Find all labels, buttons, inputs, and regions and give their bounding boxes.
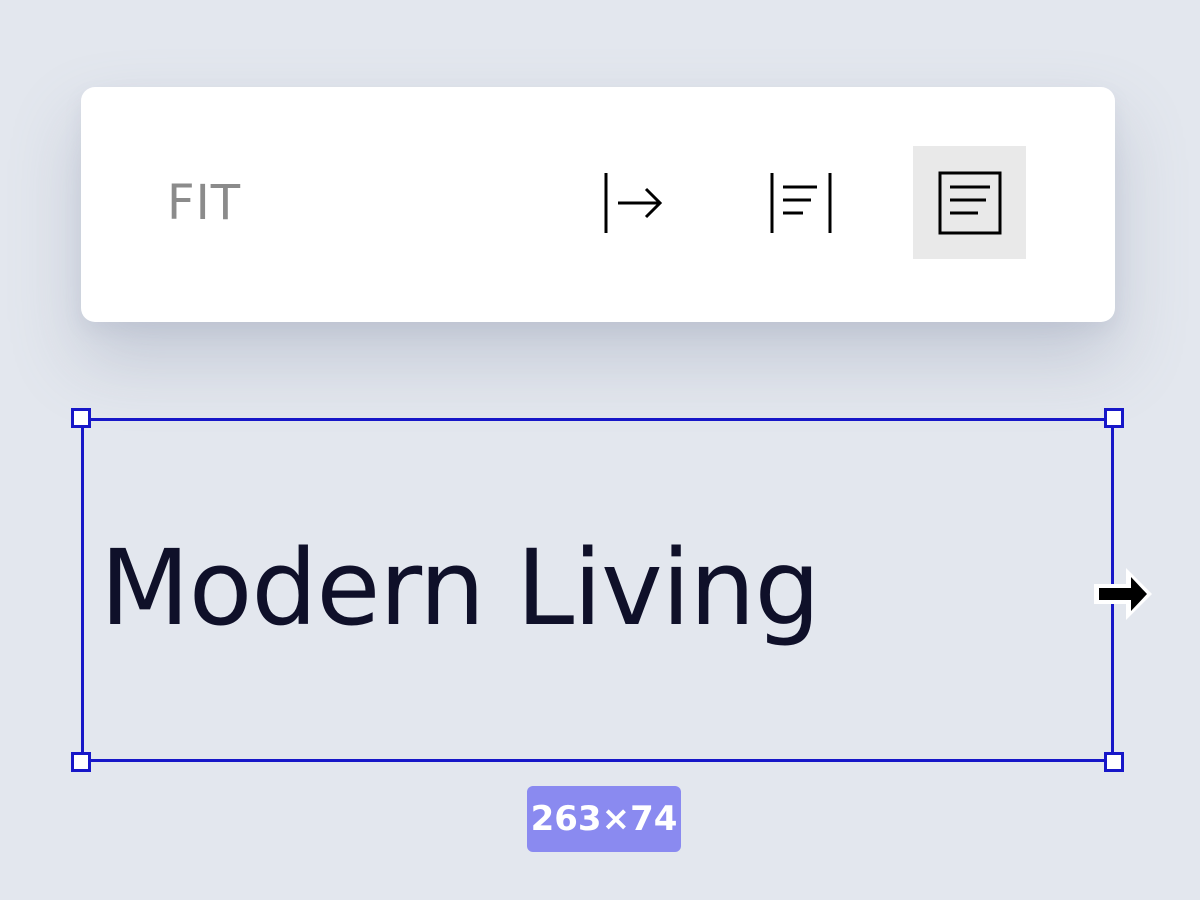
text-sizing-toolbar: FIT xyxy=(81,87,1115,322)
fit-label: FIT xyxy=(167,175,242,231)
fixed-size-icon xyxy=(938,171,1001,234)
resize-handle-top-left[interactable] xyxy=(71,408,91,428)
resize-right-arrow-icon xyxy=(1088,562,1158,631)
fixed-width-button[interactable] xyxy=(744,146,857,259)
resize-handle-top-right[interactable] xyxy=(1104,408,1124,428)
fixed-width-icon xyxy=(770,172,831,233)
auto-width-button[interactable] xyxy=(575,146,688,259)
dimension-badge: 263×74 xyxy=(527,786,681,852)
resize-handle-bottom-right[interactable] xyxy=(1104,752,1124,772)
text-layer-content[interactable]: Modern Living xyxy=(100,528,820,648)
auto-width-icon xyxy=(604,172,662,233)
resize-handle-bottom-left[interactable] xyxy=(71,752,91,772)
fixed-size-button[interactable] xyxy=(913,146,1026,259)
